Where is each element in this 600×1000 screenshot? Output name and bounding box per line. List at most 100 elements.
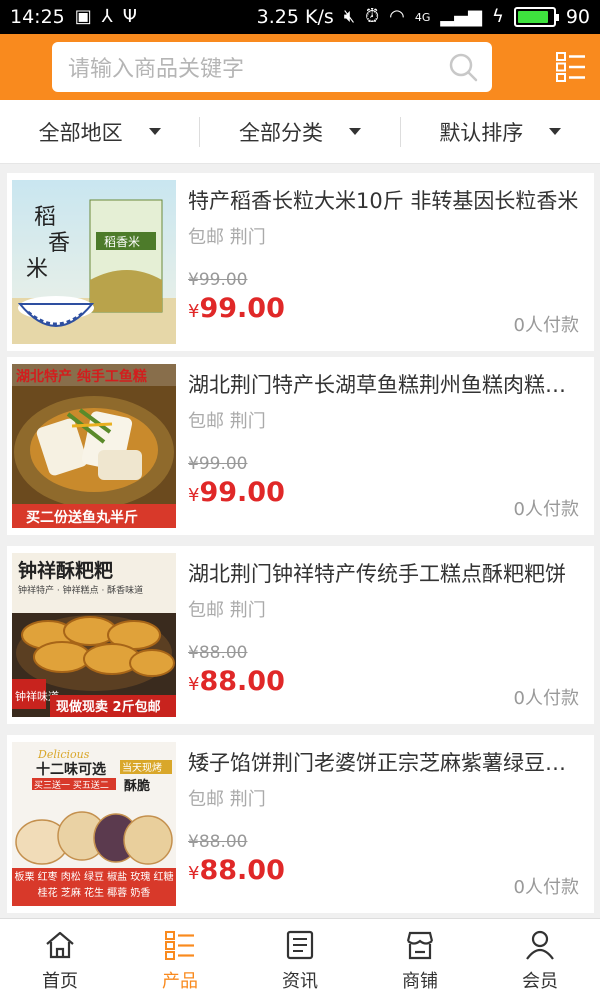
tab-label: 商铺 <box>402 971 438 992</box>
product-card[interactable]: 湖北特产 纯手工鱼糕 买二份送鱼丸半斤 湖北荆门特产长湖草鱼糕荆州鱼糕肉糕手工 … <box>7 357 594 535</box>
product-title[interactable]: 湖北荆门钟祥特产传统手工糕点酥粑粑饼 <box>188 558 581 588</box>
city-label: 荆门 <box>229 789 266 810</box>
network-type: 4G <box>414 10 431 24</box>
thumb-text: 钟祥特产 · 钟祥糕点 · 酥香味道 <box>18 584 143 596</box>
product-list-icon <box>165 931 194 960</box>
product-image: Delicious 十二味可选 买三送一 买五送二 当天现烤 酥脆 板栗 红枣 … <box>12 742 176 906</box>
tab-products[interactable]: 产品 <box>120 919 240 1000</box>
filter-label: 全部分类 <box>238 120 323 145</box>
share-icon: ⅄ <box>101 6 113 27</box>
city-label: 荆门 <box>229 227 266 248</box>
currency-symbol: ¥ <box>188 301 200 322</box>
filter-region[interactable]: 全部地区 <box>0 117 199 147</box>
list-menu-icon[interactable] <box>556 51 586 83</box>
filter-label: 全部地区 <box>38 120 123 145</box>
shipping-label: 包邮 <box>188 600 224 621</box>
paid-count: 0人付款 <box>513 499 579 520</box>
tab-member[interactable]: 会员 <box>480 919 600 1000</box>
thumb-text: 香 <box>48 231 70 256</box>
original-price: ¥88.00 <box>188 643 248 663</box>
store-icon <box>406 931 434 960</box>
search-icon[interactable] <box>448 52 478 82</box>
thumb-text: 湖北特产 纯手工鱼糕 <box>16 368 147 385</box>
image-notification-icon: ▣ <box>74 6 92 27</box>
thumb-text: 买三送一 买五送二 <box>34 779 109 791</box>
search-input[interactable]: 请输入商品关键字 <box>52 42 492 92</box>
price-value: 99.00 <box>199 293 285 324</box>
thumb-text: 酥脆 <box>124 778 150 794</box>
tab-label: 资讯 <box>282 971 318 992</box>
product-card[interactable]: Delicious 十二味可选 买三送一 买五送二 当天现烤 酥脆 板栗 红枣 … <box>7 735 594 913</box>
alarm-icon: ⏰︎ <box>365 6 380 27</box>
paid-count: 0人付款 <box>513 315 579 336</box>
battery-percent: 90 <box>565 6 590 28</box>
mute-icon: 🔇︎ <box>343 6 356 27</box>
currency-symbol: ¥ <box>188 863 200 884</box>
battery-icon <box>513 7 559 27</box>
shipping-label: 包邮 <box>188 227 224 248</box>
product-info: 矮子馅饼荆门老婆饼正宗芝麻紫薯绿豆酥饼 包邮 荆门 ¥88.00 ¥88.00 … <box>176 735 595 913</box>
currency-symbol: ¥ <box>188 674 200 695</box>
product-info: 湖北荆门钟祥特产传统手工糕点酥粑粑饼 包邮 荆门 ¥88.00 ¥88.00 0… <box>176 546 595 724</box>
paid-count: 0人付款 <box>513 688 579 709</box>
thumb-text: 米 <box>26 257 48 282</box>
status-bar: 14:25 ▣ ⅄ Ψ 3.25 K/s 🔇︎ ⏰︎ ◠ 4G ▂▄▆ ϟ 90 <box>0 0 600 34</box>
product-location: 包邮 荆门 <box>188 785 581 811</box>
price-value: 99.00 <box>199 477 285 508</box>
product-location: 包邮 荆门 <box>188 223 581 249</box>
caret-down-icon <box>348 128 361 135</box>
search-placeholder: 请输入商品关键字 <box>68 57 245 82</box>
sale-price: ¥99.00 <box>188 477 285 508</box>
thumb-text: Delicious <box>37 748 90 761</box>
news-icon <box>286 930 314 960</box>
city-label: 荆门 <box>229 600 266 621</box>
product-info: 湖北荆门特产长湖草鱼糕荆州鱼糕肉糕手工 包邮 荆门 ¥99.00 ¥99.00 … <box>176 357 595 535</box>
signal-icon: ▂▄▆ <box>440 6 482 27</box>
sale-price: ¥88.00 <box>188 855 285 886</box>
product-image: 钟祥酥粑粑 钟祥特产 · 钟祥糕点 · 酥香味道 钟祥味道 现做现卖 2斤包邮 <box>12 553 176 717</box>
header-bar: 请输入商品关键字 <box>0 34 600 100</box>
original-price: ¥88.00 <box>188 832 248 852</box>
wifi-icon: ◠ <box>389 6 405 27</box>
product-image: 稻 香 米 稻香米 <box>12 180 176 344</box>
thumb-text: 板栗 红枣 肉松 绿豆 椒盐 玫瑰 红糖 桂花 芝麻 花生 椰蓉 奶香 <box>14 872 174 899</box>
thumb-text: 钟祥酥粑粑 <box>18 559 113 582</box>
currency-symbol: ¥ <box>188 485 200 506</box>
original-price: ¥99.00 <box>188 270 248 290</box>
price-value: 88.00 <box>199 855 285 886</box>
caret-down-icon <box>549 128 562 135</box>
paid-count: 0人付款 <box>513 877 579 898</box>
network-speed: 3.25 K/s <box>256 6 334 28</box>
tab-label: 首页 <box>42 971 78 992</box>
usb-icon: Ψ <box>122 6 137 27</box>
bottom-tab-bar: 首页 产品 资讯 商铺 会员 <box>0 918 600 1000</box>
thumb-text: 现做现卖 2斤包邮 <box>56 699 161 715</box>
filter-sort[interactable]: 默认排序 <box>399 116 600 147</box>
status-time: 14:25 <box>10 6 65 28</box>
sale-price: ¥99.00 <box>188 293 285 324</box>
product-title[interactable]: 湖北荆门特产长湖草鱼糕荆州鱼糕肉糕手工 <box>188 369 581 399</box>
original-price: ¥99.00 <box>188 454 248 474</box>
sale-price: ¥88.00 <box>188 666 285 697</box>
product-location: 包邮 荆门 <box>188 407 581 433</box>
tab-news[interactable]: 资讯 <box>240 919 360 1000</box>
charging-icon: ϟ <box>491 6 504 27</box>
price-value: 88.00 <box>199 666 285 697</box>
thumb-text: 稻 <box>34 205 56 230</box>
tab-store[interactable]: 商铺 <box>360 919 480 1000</box>
filter-category[interactable]: 全部分类 <box>199 116 399 147</box>
product-card[interactable]: 稻 香 米 稻香米 特产稻香长粒大米10斤 非转基因长粒香米 包邮 荆门 ¥99… <box>7 173 594 351</box>
shipping-label: 包邮 <box>188 411 224 432</box>
product-location: 包邮 荆门 <box>188 596 581 622</box>
product-title[interactable]: 特产稻香长粒大米10斤 非转基因长粒香米 <box>188 185 581 215</box>
product-image: 湖北特产 纯手工鱼糕 买二份送鱼丸半斤 <box>12 364 176 528</box>
product-title[interactable]: 矮子馅饼荆门老婆饼正宗芝麻紫薯绿豆酥饼 <box>188 747 581 777</box>
filter-bar: 全部地区 全部分类 默认排序 <box>0 100 600 164</box>
home-icon <box>46 931 74 959</box>
product-info: 特产稻香长粒大米10斤 非转基因长粒香米 包邮 荆门 ¥99.00 ¥99.00… <box>176 173 595 351</box>
member-icon <box>526 930 554 960</box>
tab-home[interactable]: 首页 <box>0 919 120 1000</box>
filter-label: 默认排序 <box>439 120 524 145</box>
thumb-text: 稻香米 <box>104 235 140 249</box>
product-card[interactable]: 钟祥酥粑粑 钟祥特产 · 钟祥糕点 · 酥香味道 钟祥味道 现做现卖 2斤包邮 … <box>7 546 594 724</box>
